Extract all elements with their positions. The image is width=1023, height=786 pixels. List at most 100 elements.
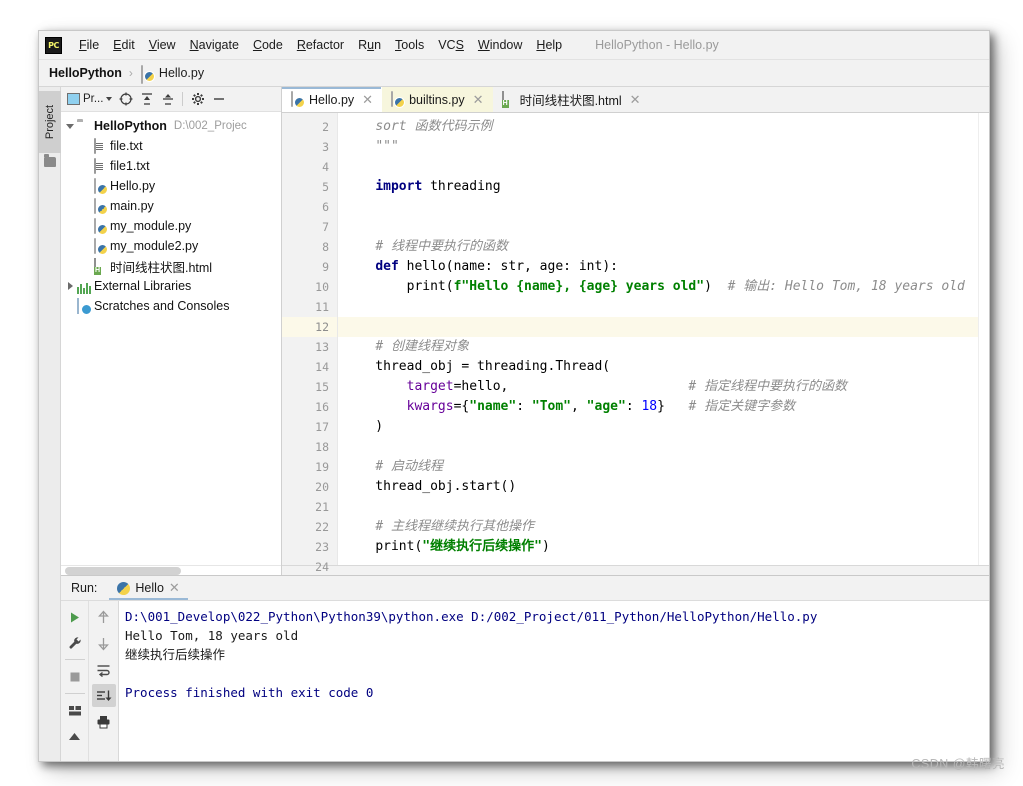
- chevron-right-icon[interactable]: [63, 282, 77, 290]
- close-icon[interactable]: ✕: [362, 92, 373, 108]
- code-line[interactable]: [344, 497, 978, 517]
- line-number[interactable]: 4: [282, 157, 337, 177]
- arrow-up-icon[interactable]: [92, 606, 116, 629]
- project-tree[interactable]: HelloPython D:\002_Projec file.txt file1.tx…: [61, 112, 281, 565]
- code-line[interactable]: [344, 157, 978, 177]
- code-line[interactable]: # 线程中要执行的函数: [344, 237, 978, 257]
- tree-node[interactable]: Scratches and Consoles: [61, 296, 281, 316]
- code-line[interactable]: # 创建线程对象: [344, 337, 978, 357]
- chevron-down-icon[interactable]: [63, 123, 77, 129]
- project-view-selector[interactable]: Pr...: [65, 93, 114, 105]
- code-line[interactable]: [344, 217, 978, 237]
- editor-tab[interactable]: builtins.py ✕: [382, 87, 493, 112]
- code-line[interactable]: [344, 557, 978, 565]
- line-number[interactable]: 12: [282, 317, 337, 337]
- close-icon[interactable]: ✕: [169, 580, 180, 596]
- menu-item-vcs[interactable]: VCS: [431, 35, 471, 55]
- editor-tab[interactable]: Hello.py ✕: [282, 87, 383, 112]
- breadcrumb-file[interactable]: Hello.py: [159, 66, 204, 80]
- line-number[interactable]: 23: [282, 537, 337, 557]
- line-number[interactable]: 18: [282, 437, 337, 457]
- code-line[interactable]: ): [344, 417, 978, 437]
- code-line[interactable]: thread_obj.start(): [344, 477, 978, 497]
- gear-icon[interactable]: [188, 90, 207, 109]
- pin-icon[interactable]: [63, 724, 87, 747]
- close-icon[interactable]: ✕: [630, 92, 641, 108]
- code-line[interactable]: thread_obj = threading.Thread(: [344, 357, 978, 377]
- menu-item-file[interactable]: File: [72, 35, 106, 55]
- code-line[interactable]: target=hello, # 指定线程中要执行的函数: [344, 377, 978, 397]
- line-number[interactable]: 13: [282, 337, 337, 357]
- scrollbar-thumb[interactable]: [65, 567, 181, 575]
- tree-node[interactable]: my_module.py: [61, 216, 281, 236]
- tree-node[interactable]: file1.txt: [61, 156, 281, 176]
- line-number[interactable]: 17: [282, 417, 337, 437]
- menu-item-refactor[interactable]: Refactor: [290, 35, 351, 55]
- minimize-icon[interactable]: [209, 90, 228, 109]
- line-number[interactable]: 6: [282, 197, 337, 217]
- line-number[interactable]: 7: [282, 217, 337, 237]
- code-line[interactable]: # 启动线程: [344, 457, 978, 477]
- close-icon[interactable]: ✕: [473, 92, 484, 108]
- scroll-to-end-icon[interactable]: [91, 684, 116, 707]
- code-line[interactable]: import threading: [344, 177, 978, 197]
- menu-item-window[interactable]: Window: [471, 35, 529, 55]
- breadcrumb-project[interactable]: HelloPython: [49, 66, 122, 80]
- tree-node[interactable]: Hello.py: [61, 176, 281, 196]
- line-number[interactable]: 19: [282, 457, 337, 477]
- code-line[interactable]: [338, 317, 978, 337]
- editor-vertical-scrollbar[interactable]: [978, 113, 989, 565]
- line-number[interactable]: 11: [282, 297, 337, 317]
- line-number[interactable]: 24: [282, 557, 337, 577]
- code-line[interactable]: """: [344, 137, 978, 157]
- run-tab-hello[interactable]: Hello ✕: [109, 576, 189, 600]
- menu-item-navigate[interactable]: Navigate: [183, 35, 246, 55]
- tree-node[interactable]: main.py: [61, 196, 281, 216]
- menu-item-view[interactable]: View: [142, 35, 183, 55]
- code-line[interactable]: kwargs={"name": "Tom", "age": 18} # 指定关键…: [344, 397, 978, 417]
- code-line[interactable]: # 主线程继续执行其他操作: [344, 517, 978, 537]
- line-number[interactable]: 8: [282, 237, 337, 257]
- line-number[interactable]: 21: [282, 497, 337, 517]
- code-line[interactable]: sort 函数代码示例: [344, 117, 978, 137]
- code-line[interactable]: [344, 437, 978, 457]
- code-line[interactable]: [344, 297, 978, 317]
- line-number[interactable]: 14: [282, 357, 337, 377]
- project-horizontal-scrollbar[interactable]: [61, 565, 281, 575]
- tree-node[interactable]: 时间线柱状图.html: [61, 256, 281, 276]
- menu-item-edit[interactable]: Edit: [106, 35, 142, 55]
- arrow-down-icon[interactable]: [92, 632, 116, 655]
- line-number[interactable]: 9⊟: [282, 257, 345, 277]
- code-line[interactable]: [344, 197, 978, 217]
- line-number[interactable]: 20: [282, 477, 337, 497]
- tree-node[interactable]: HelloPython D:\002_Projec: [61, 116, 281, 136]
- tool-tab-project[interactable]: Project: [39, 91, 61, 153]
- tree-node[interactable]: External Libraries: [61, 276, 281, 296]
- print-icon[interactable]: [92, 710, 116, 733]
- line-number[interactable]: 15: [282, 377, 337, 397]
- menu-item-code[interactable]: Code: [246, 35, 290, 55]
- code-line[interactable]: def hello(name: str, age: int):: [344, 257, 978, 277]
- menu-item-tools[interactable]: Tools: [388, 35, 431, 55]
- layout-icon[interactable]: [63, 699, 87, 722]
- line-number-gutter[interactable]: 23⊟456789⊟10⊟111213141516171819202122232…: [282, 113, 345, 574]
- line-number[interactable]: 10⊟: [282, 277, 345, 297]
- menu-item-run[interactable]: Run: [351, 35, 388, 55]
- tree-node[interactable]: file.txt: [61, 136, 281, 156]
- line-number[interactable]: 5: [282, 177, 337, 197]
- line-number[interactable]: 22: [282, 517, 337, 537]
- target-icon[interactable]: [116, 90, 135, 109]
- run-console-output[interactable]: D:\001_Develop\022_Python\Python39\pytho…: [119, 601, 989, 761]
- tree-node[interactable]: my_module2.py: [61, 236, 281, 256]
- line-number[interactable]: 16: [282, 397, 337, 417]
- code-content[interactable]: sort 函数代码示例 """ import threading # 线程中要执…: [338, 113, 978, 565]
- soft-wrap-icon[interactable]: [92, 658, 116, 681]
- code-line[interactable]: print(f"Hello {name}, {age} years old") …: [344, 277, 978, 297]
- editor-tab[interactable]: 时间线柱状图.html ✕: [493, 87, 650, 112]
- line-number[interactable]: 2: [282, 117, 337, 137]
- wrench-icon[interactable]: [63, 631, 87, 654]
- code-line[interactable]: print("继续执行后续操作"): [344, 537, 978, 557]
- folder-strip-icon[interactable]: [44, 154, 56, 167]
- stop-icon[interactable]: [63, 665, 87, 688]
- line-number[interactable]: 3⊟: [282, 137, 345, 157]
